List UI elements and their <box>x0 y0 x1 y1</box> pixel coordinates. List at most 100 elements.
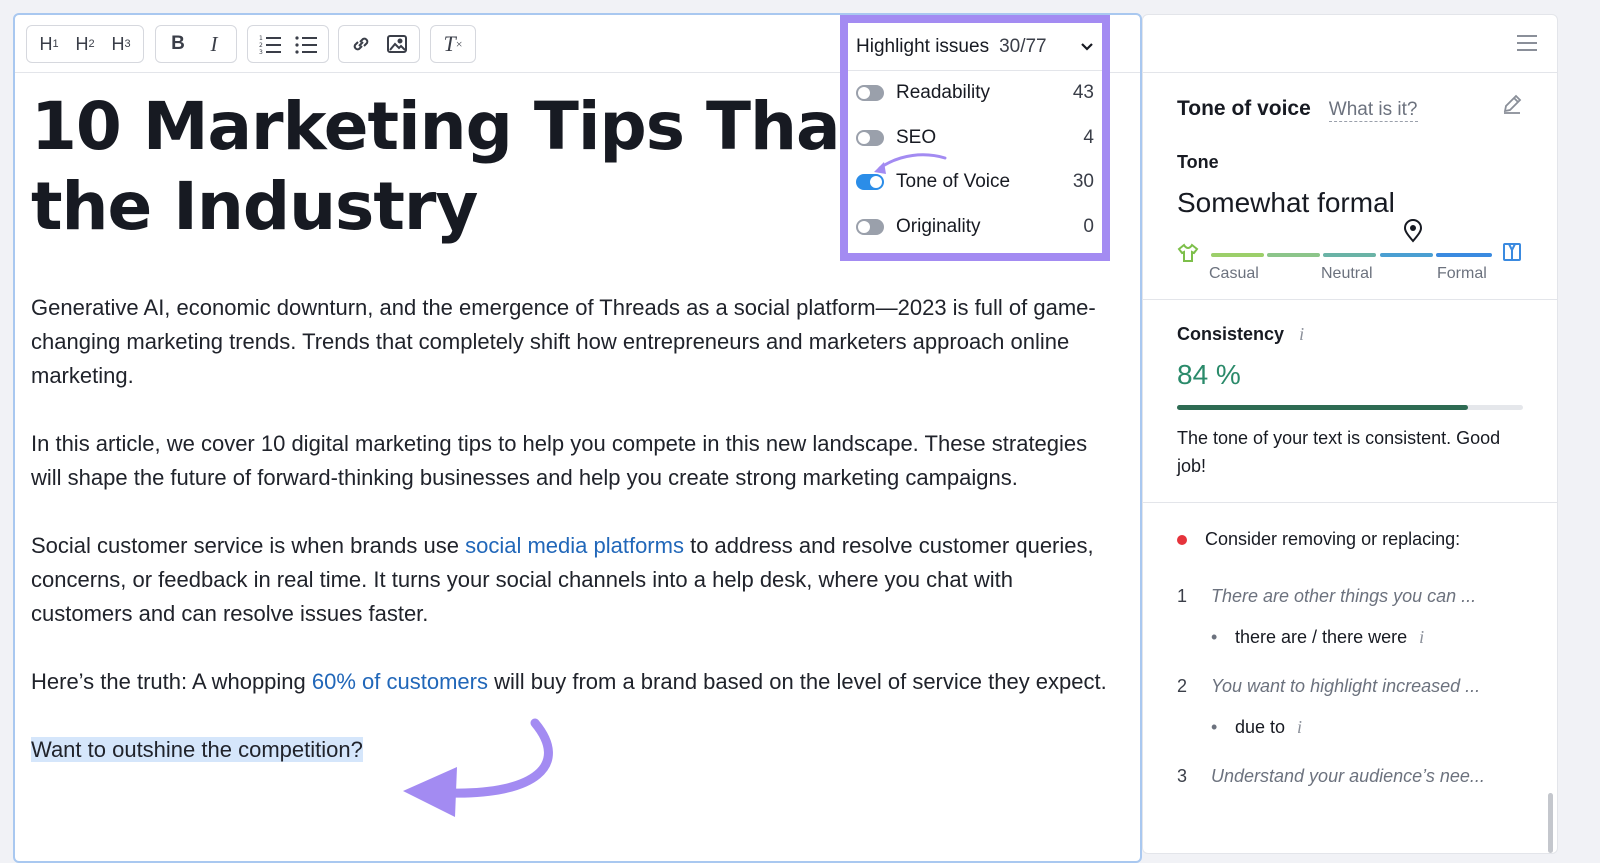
highlight-issues-dropdown[interactable]: Highlight issues 30/77 <box>848 23 1102 71</box>
highlight-row-readability: Readability 43 <box>848 71 1102 116</box>
h2-label: H <box>75 33 89 54</box>
consistency-section: Consistency i 84 % The tone of your text… <box>1143 324 1557 503</box>
issue-item-1[interactable]: 1 There are other things you can ... <box>1177 586 1523 607</box>
row-label: Readability <box>896 82 990 104</box>
row-count: 0 <box>1083 215 1094 237</box>
title-line-2: the Industry <box>31 168 478 245</box>
bullet-icon: • <box>1211 717 1218 737</box>
heading-1-button[interactable]: H1 <box>33 29 65 59</box>
clear-group: T × <box>430 25 476 63</box>
pencil-icon[interactable] <box>1501 93 1523 121</box>
consistency-bar-fill <box>1177 405 1468 410</box>
annotation-arrow-small <box>874 153 947 174</box>
scale-segment-2 <box>1267 253 1320 257</box>
paragraph-3: Social customer service is when brands u… <box>31 529 1110 631</box>
bullet-list-button[interactable] <box>290 29 322 59</box>
h3-label: H <box>111 33 125 54</box>
bold-button[interactable]: B <box>162 29 194 59</box>
paragraph-1: Generative AI, economic downturn, and th… <box>31 295 1096 388</box>
sidebar-scrollbar[interactable] <box>1548 793 1553 853</box>
highlight-label: Highlight issues <box>856 35 990 57</box>
tone-section: Tone of voice What is it? Tone Somewhat … <box>1143 93 1557 300</box>
italic-button[interactable]: I <box>198 29 230 59</box>
annotation-arrow-large <box>403 718 553 817</box>
tone-value: Somewhat formal <box>1177 187 1395 218</box>
red-dot-icon <box>1177 534 1187 545</box>
image-icon <box>387 35 407 53</box>
row-count: 30 <box>1072 171 1094 193</box>
tone-scale: Casual Neutral Formal <box>1177 219 1523 299</box>
ordered-list-button[interactable]: 123 <box>254 29 286 59</box>
highlighted-sentence[interactable]: Want to outshine the competition? <box>31 737 363 762</box>
consistency-description: The tone of your text is consistent. Goo… <box>1177 428 1501 476</box>
suggestion-1[interactable]: • there are / there were i <box>1211 627 1523 648</box>
info-icon[interactable]: i <box>1299 324 1304 344</box>
h2-sub: 2 <box>88 38 95 50</box>
clear-format-icon: T <box>443 31 456 56</box>
list-group: 123 <box>247 25 329 63</box>
issue-number: 1 <box>1177 586 1188 606</box>
issue-number: 3 <box>1177 766 1188 786</box>
scale-segment-1 <box>1211 253 1264 257</box>
paragraph-5: Want to outshine the competition? <box>31 733 1110 767</box>
p3-text-a: Social customer service is when brands u… <box>31 533 466 558</box>
h1-sub: 1 <box>52 38 59 50</box>
info-icon[interactable]: i <box>1297 717 1302 738</box>
scale-label-neutral: Neutral <box>1321 265 1373 282</box>
svg-text:1: 1 <box>259 35 263 42</box>
what-is-it-link[interactable]: What is it? <box>1328 99 1418 122</box>
bullet-icon: • <box>1211 627 1218 647</box>
seo-toggle[interactable] <box>856 129 884 146</box>
social-media-link[interactable]: social media platforms <box>465 533 684 558</box>
scale-segment-3 <box>1323 253 1376 257</box>
issue-item-2[interactable]: 2 You want to highlight increased ... <box>1177 676 1523 697</box>
chevron-down-icon <box>1080 39 1094 55</box>
svg-text:2: 2 <box>259 42 263 49</box>
h1-label: H <box>39 33 53 54</box>
heading-2-button[interactable]: H2 <box>69 29 101 59</box>
link-icon <box>353 37 369 51</box>
row-label: Originality <box>896 215 981 237</box>
issue-item-3[interactable]: 3 Understand your audience’s nee... <box>1177 766 1523 787</box>
issue-number: 2 <box>1177 676 1188 696</box>
link-button[interactable] <box>345 29 377 59</box>
consistency-label: Consistency <box>1177 324 1285 344</box>
menu-icon[interactable] <box>1517 35 1537 51</box>
originality-toggle[interactable] <box>856 218 884 235</box>
p4-text-a: Here’s the truth: A whopping <box>31 669 312 694</box>
scale-segment-4 <box>1380 253 1433 257</box>
consistency-value: 84 % <box>1177 359 1241 390</box>
info-icon[interactable]: i <box>1419 627 1424 648</box>
suggestion-2[interactable]: • due to i <box>1211 717 1523 738</box>
svg-text:3: 3 <box>259 49 263 54</box>
image-button[interactable] <box>381 29 413 59</box>
casual-shirt-icon <box>1177 243 1199 268</box>
bullet-list-icon <box>295 36 317 54</box>
issues-section: Consider removing or replacing: 1 There … <box>1143 529 1557 787</box>
clear-x: × <box>455 36 463 51</box>
format-group: B I <box>155 25 237 63</box>
row-count: 43 <box>1072 82 1094 104</box>
consistency-header: Consistency i <box>1177 324 1523 345</box>
scale-label-casual: Casual <box>1209 265 1259 282</box>
ordered-list-icon: 123 <box>259 35 281 54</box>
highlight-issues-panel: Highlight issues 30/77 Readability 43 SE… <box>840 15 1110 261</box>
paragraph-2: In this article, we cover 10 digital mar… <box>31 431 1088 490</box>
scale-segment-5 <box>1436 253 1492 257</box>
clear-format-button[interactable]: T × <box>437 29 469 59</box>
sidebar-title: Tone of voice <box>1177 97 1311 120</box>
customers-stat-link[interactable]: 60% of customers <box>312 669 488 694</box>
readability-toggle[interactable] <box>856 85 884 102</box>
highlight-count: 30/77 <box>999 35 1047 57</box>
insert-group <box>338 25 420 63</box>
consistency-bar <box>1177 405 1523 410</box>
scale-label-formal: Formal <box>1437 265 1487 282</box>
row-count: 4 <box>1083 126 1094 148</box>
highlight-row-originality: Originality 0 <box>848 205 1102 250</box>
heading-group: H1 H2 H3 <box>26 25 144 63</box>
heading-3-button[interactable]: H3 <box>105 29 137 59</box>
issues-header-text: Consider removing or replacing: <box>1205 529 1461 549</box>
issues-header: Consider removing or replacing: <box>1177 529 1523 550</box>
tone-position-marker <box>1403 219 1423 243</box>
h3-sub: 3 <box>124 38 131 50</box>
